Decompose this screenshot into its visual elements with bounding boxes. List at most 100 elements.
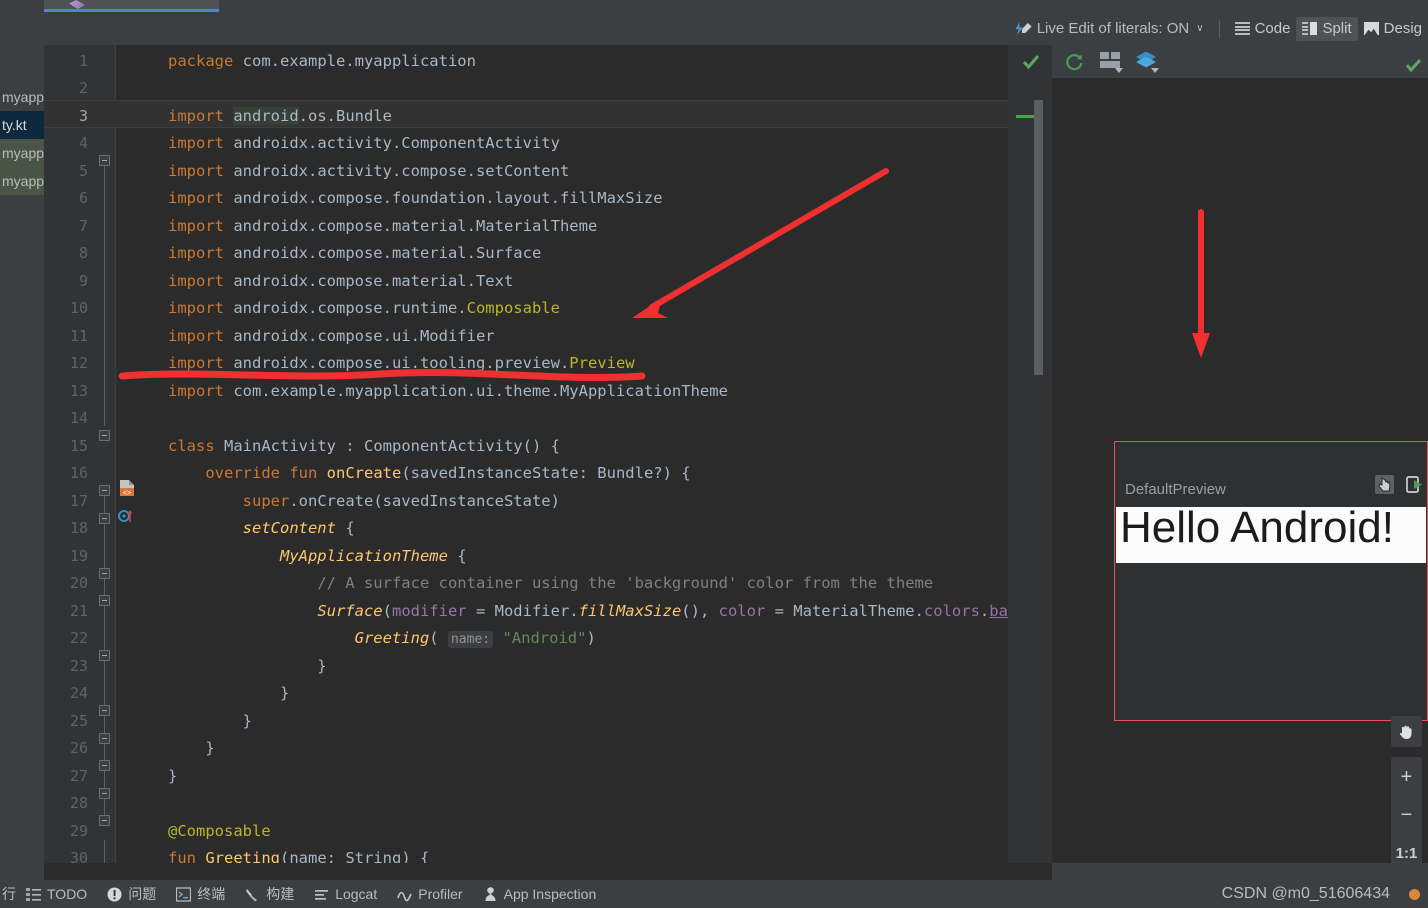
interactive-preview-icon[interactable] (1375, 475, 1394, 494)
fold-marker-setcontent[interactable] (99, 568, 110, 579)
code-line-9: import androidx.compose.material.Text (168, 272, 514, 290)
inspection-ok-check-icon[interactable] (1022, 54, 1040, 70)
tab-split-view[interactable]: Split (1296, 16, 1358, 41)
app-inspection-icon (485, 886, 496, 901)
notification-dot-icon[interactable] (1409, 889, 1420, 900)
code-line-21: Surface(modifier = Modifier.fillMaxSize(… (317, 602, 1036, 620)
project-tree-sliver[interactable]: myapp ty.kt myapp myapp (0, 0, 44, 880)
preview-toolbar (1052, 45, 1428, 78)
line-number: 23 (69, 657, 88, 675)
unsaved-indicator-icon (184, 1, 191, 9)
line-number: 3 (78, 107, 88, 125)
chevron-down-icon[interactable] (1151, 67, 1159, 73)
status-todo[interactable]: TODO (16, 880, 97, 908)
tree-item-3[interactable]: myapp (0, 167, 44, 195)
status-profiler[interactable]: Profiler (387, 880, 472, 908)
zoom-in-button[interactable]: + (1391, 759, 1422, 795)
preview-canvas[interactable]: DefaultPreview Hello Android! + − 1:1 (1052, 78, 1428, 908)
logcat-icon (315, 889, 329, 900)
tab-design-view[interactable]: Desig (1358, 17, 1428, 41)
code-line-29: @Composable (168, 822, 271, 840)
preview-device-screen[interactable]: Hello Android! (1116, 507, 1426, 563)
fold-marker-b3[interactable] (99, 760, 110, 771)
code-line-15: class MainActivity : ComponentActivity()… (168, 437, 560, 455)
fold-marker-class-end[interactable] (99, 815, 110, 826)
status-logcat-label: Logcat (335, 886, 378, 902)
code-line-17: super.onCreate(savedInstanceState) (242, 492, 560, 510)
status-terminal[interactable]: 终端 (166, 880, 235, 908)
tree-item-label: myapp (2, 89, 44, 105)
kotlin-file-icon (69, 0, 85, 9)
pan-hand-icon[interactable] (1391, 716, 1422, 747)
fold-marker-imports-end[interactable] (99, 430, 110, 441)
line-number: 27 (69, 767, 88, 785)
layout-mode-icon[interactable] (1100, 51, 1123, 73)
fold-marker-surface[interactable] (99, 650, 110, 661)
editor-horizontal-scrollbar-track[interactable] (44, 863, 1052, 880)
line-number: 20 (69, 574, 88, 592)
editor-tab-mainactivity[interactable] (44, 0, 219, 12)
code-line-7: import androidx.compose.material.Materia… (168, 217, 598, 235)
compose-preview-panel[interactable]: DefaultPreview Hello Android! + − 1:1 (1052, 45, 1428, 908)
fold-marker-oncreate[interactable] (99, 513, 110, 524)
preview-ok-check-icon[interactable] (1405, 58, 1422, 73)
status-app-inspection-label: App Inspection (503, 886, 597, 902)
terminal-icon (176, 886, 192, 902)
line-number: 6 (78, 189, 88, 207)
editor-vertical-scrollbar[interactable] (1034, 100, 1043, 375)
zoom-out-button[interactable]: − (1391, 797, 1422, 833)
code-line-20: // A surface container using the 'backgr… (317, 574, 934, 592)
line-number: 19 (69, 547, 88, 565)
code-line-5: import androidx.activity.compose.setCont… (168, 162, 570, 180)
line-number: 10 (69, 299, 88, 317)
vcs-change-marker (1016, 115, 1034, 118)
fold-marker-b1[interactable] (99, 705, 110, 716)
live-edit-toggle[interactable]: Live Edit of literals: ON ∨ (1009, 17, 1210, 41)
code-line-30: fun Greeting(name: String) { (168, 849, 430, 863)
android-studio-window: myapp ty.kt myapp myapp Live Edit of lit… (0, 0, 1428, 908)
split-view-icon (1302, 22, 1318, 35)
tree-item-label: ty.kt (2, 117, 27, 133)
code-line-10: import androidx.compose.runtime.Composab… (168, 299, 560, 317)
code-view-icon (1234, 22, 1250, 35)
line-number: 15 (69, 437, 88, 455)
tab-code-view[interactable]: Code (1229, 17, 1297, 41)
status-problems[interactable]: 问题 (97, 880, 166, 908)
code-line-4: import androidx.activity.ComponentActivi… (168, 134, 560, 152)
problems-icon (107, 887, 122, 901)
fold-bar (104, 166, 105, 426)
fold-marker-b2[interactable] (99, 733, 110, 744)
tree-item-2[interactable]: myapp (0, 139, 44, 167)
tree-item-0[interactable]: myapp (0, 83, 44, 111)
fold-marker-theme[interactable] (99, 595, 110, 606)
preview-item-frame[interactable]: DefaultPreview Hello Android! (1114, 441, 1428, 721)
editor-toolbar: Live Edit of literals: ON ∨ Code Split D… (44, 12, 1428, 45)
fold-marker-class[interactable] (99, 485, 110, 496)
line-number: 25 (69, 712, 88, 730)
code-line-25: } (168, 712, 252, 730)
line-number: 21 (69, 602, 88, 620)
zoom-reset-button[interactable]: 1:1 (1391, 835, 1422, 871)
line-number: 11 (69, 327, 88, 345)
status-logcat[interactable]: Logcat (304, 880, 387, 908)
chevron-down-icon[interactable]: ∨ (1196, 23, 1203, 34)
code-view-label: Code (1254, 20, 1291, 37)
tree-item-1-selected[interactable]: ty.kt (0, 111, 44, 139)
line-number: 16 (69, 464, 88, 482)
status-app-inspection[interactable]: App Inspection (473, 880, 607, 908)
status-build[interactable]: 构建 (235, 880, 304, 908)
fold-marker-imports[interactable] (99, 155, 110, 166)
refresh-icon[interactable] (1064, 52, 1086, 72)
layers-icon[interactable] (1136, 51, 1159, 73)
code-line-23: } (168, 657, 327, 675)
chevron-down-icon[interactable] (1115, 67, 1123, 73)
tree-item-label: myapp (2, 145, 44, 161)
status-bar: 行 TODO 问题 终端 构建 Logcat Profiler App Insp… (0, 880, 1428, 908)
code-line-1: package com.example.myapplication (168, 52, 476, 70)
editor-analysis-strip[interactable] (1008, 45, 1052, 863)
code-editor[interactable]: 1 2 3 4 5 6 7 8 9 10 11 12 13 14 15 16 1… (44, 45, 1052, 863)
code-line-16: override fun onCreate(savedInstanceState… (205, 464, 691, 482)
fold-marker-b4[interactable] (99, 788, 110, 799)
code-text-area[interactable]: package com.example.myapplication import… (116, 45, 1052, 863)
run-preview-icon[interactable] (1405, 475, 1424, 494)
